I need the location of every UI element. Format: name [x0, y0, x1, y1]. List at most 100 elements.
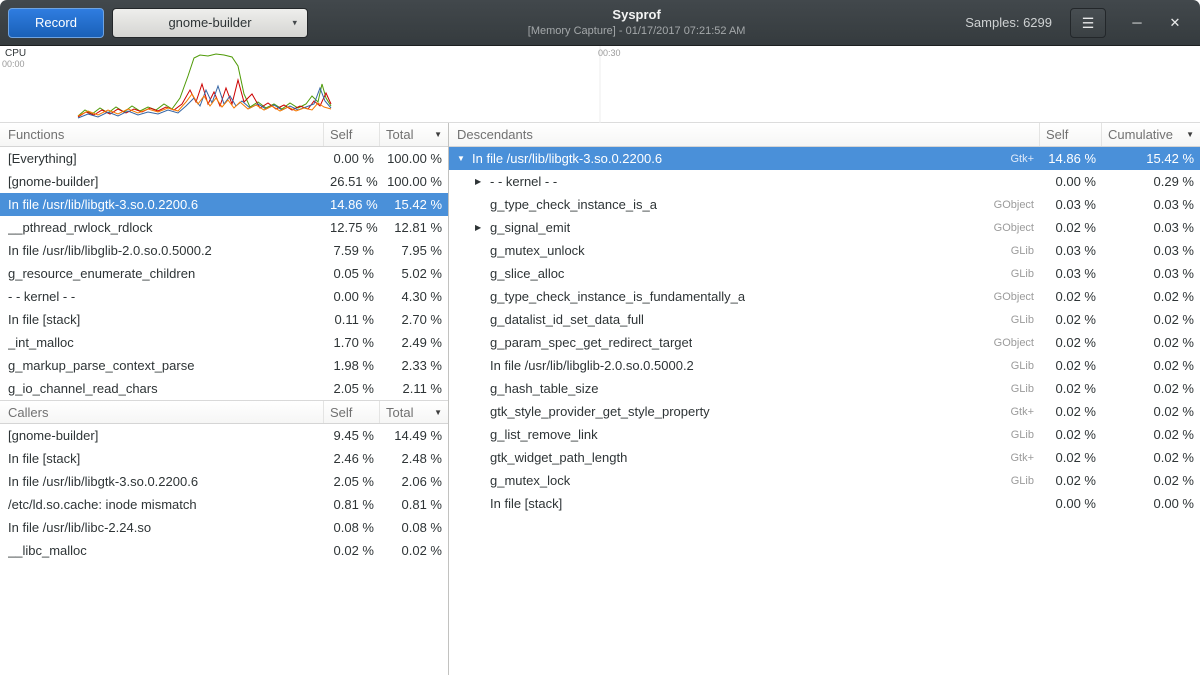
- table-row[interactable]: - - kernel - - 0.00 % 4.30 %: [0, 285, 448, 308]
- expander-icon[interactable]: [475, 223, 490, 232]
- library-badge: Gtk+: [1002, 153, 1034, 165]
- cumulative-percent: 0.02 %: [1102, 473, 1200, 488]
- self-percent: 0.00 %: [1040, 496, 1102, 511]
- table-row[interactable]: g_markup_parse_context_parse 1.98 % 2.33…: [0, 354, 448, 377]
- caller-name: /etc/ld.so.cache: inode mismatch: [8, 497, 197, 512]
- table-row[interactable]: In file [stack] 0.00 % 0.00 %: [449, 492, 1200, 515]
- library-badge: Gtk+: [1002, 452, 1034, 464]
- window-title-box: Sysprof [Memory Capture] - 01/17/2017 07…: [316, 7, 957, 38]
- hamburger-menu-button[interactable]: ☰: [1070, 8, 1106, 38]
- callers-header: Callers Self Total ▼: [0, 400, 448, 424]
- descendants-column-header[interactable]: Descendants: [449, 123, 1040, 146]
- caller-name: __libc_malloc: [8, 543, 87, 558]
- table-row[interactable]: g_type_check_instance_is_a GObject 0.03 …: [449, 193, 1200, 216]
- total-percent: 2.70 %: [380, 312, 448, 327]
- total-percent: 12.81 %: [380, 220, 448, 235]
- table-row[interactable]: _int_malloc 1.70 % 2.49 %: [0, 331, 448, 354]
- table-row[interactable]: __libc_malloc 0.02 % 0.02 %: [0, 539, 448, 562]
- table-row[interactable]: __pthread_rwlock_rdlock 12.75 % 12.81 %: [0, 216, 448, 239]
- table-row[interactable]: g_hash_table_size GLib 0.02 % 0.02 %: [449, 377, 1200, 400]
- callers-table: Callers Self Total ▼ [gnome-builder] 9.4…: [0, 400, 448, 562]
- cumulative-column-header[interactable]: Cumulative ▼: [1102, 123, 1200, 146]
- self-percent: 0.02 %: [1040, 473, 1102, 488]
- table-row[interactable]: g_type_check_instance_is_fundamentally_a…: [449, 285, 1200, 308]
- table-row[interactable]: [gnome-builder] 9.45 % 14.49 %: [0, 424, 448, 447]
- table-row[interactable]: In file [stack] 2.46 % 2.48 %: [0, 447, 448, 470]
- table-row[interactable]: g_resource_enumerate_children 0.05 % 5.0…: [0, 262, 448, 285]
- table-row[interactable]: g_slice_alloc GLib 0.03 % 0.03 %: [449, 262, 1200, 285]
- function-name: In file [stack]: [8, 312, 80, 327]
- table-row[interactable]: g_signal_emit GObject 0.02 % 0.03 %: [449, 216, 1200, 239]
- process-selector-value: gnome-builder: [168, 15, 251, 30]
- record-button[interactable]: Record: [8, 8, 104, 38]
- cumulative-percent: 0.03 %: [1102, 266, 1200, 281]
- sort-indicator-icon: ▼: [434, 408, 442, 417]
- total-percent: 100.00 %: [380, 174, 448, 189]
- descendant-name: g_hash_table_size: [490, 381, 598, 396]
- total-column-header[interactable]: Total ▼: [380, 401, 448, 423]
- table-row[interactable]: In file [stack] 0.11 % 2.70 %: [0, 308, 448, 331]
- total-percent: 2.11 %: [380, 381, 448, 396]
- library-badge: GObject: [986, 337, 1034, 349]
- table-row[interactable]: [gnome-builder] 26.51 % 100.00 %: [0, 170, 448, 193]
- cumulative-percent: 0.02 %: [1102, 450, 1200, 465]
- minimize-button[interactable]: ─: [1126, 12, 1148, 34]
- self-column-header[interactable]: Self: [324, 401, 380, 423]
- descendant-name: g_datalist_id_set_data_full: [490, 312, 644, 327]
- table-row[interactable]: In file /usr/lib/libglib-2.0.so.0.5000.2…: [0, 239, 448, 262]
- expander-icon[interactable]: [457, 154, 472, 163]
- self-percent: 0.02 %: [1040, 312, 1102, 327]
- self-column-header[interactable]: Self: [1040, 123, 1102, 146]
- descendant-name: g_slice_alloc: [490, 266, 564, 281]
- cumulative-percent: 0.02 %: [1102, 312, 1200, 327]
- total-percent: 2.48 %: [380, 451, 448, 466]
- samples-count: Samples: 6299: [965, 15, 1052, 30]
- self-percent: 0.02 %: [1040, 450, 1102, 465]
- descendant-name: gtk_style_provider_get_style_property: [490, 404, 710, 419]
- self-percent: 2.46 %: [324, 451, 380, 466]
- descendant-name: g_type_check_instance_is_a: [490, 197, 657, 212]
- callers-column-header[interactable]: Callers: [0, 401, 324, 423]
- table-row[interactable]: g_param_spec_get_redirect_target GObject…: [449, 331, 1200, 354]
- chevron-down-icon: ▾: [292, 17, 297, 28]
- table-row[interactable]: g_io_channel_read_chars 2.05 % 2.11 %: [0, 377, 448, 400]
- descendants-rows: In file /usr/lib/libgtk-3.so.0.2200.6 Gt…: [449, 147, 1200, 515]
- expander-icon[interactable]: [475, 177, 490, 186]
- cumulative-percent: 0.29 %: [1102, 174, 1200, 189]
- table-row[interactable]: - - kernel - - 0.00 % 0.29 %: [449, 170, 1200, 193]
- table-row[interactable]: g_mutex_unlock GLib 0.03 % 0.03 %: [449, 239, 1200, 262]
- self-percent: 0.00 %: [324, 289, 380, 304]
- total-percent: 0.02 %: [380, 543, 448, 558]
- table-row[interactable]: In file /usr/lib/libglib-2.0.so.0.5000.2…: [449, 354, 1200, 377]
- table-row[interactable]: [Everything] 0.00 % 100.00 %: [0, 147, 448, 170]
- self-percent: 0.02 %: [1040, 220, 1102, 235]
- callers-rows: [gnome-builder] 9.45 % 14.49 % In file […: [0, 424, 448, 562]
- table-row[interactable]: g_mutex_lock GLib 0.02 % 0.02 %: [449, 469, 1200, 492]
- table-row[interactable]: In file /usr/lib/libgtk-3.so.0.2200.6 2.…: [0, 470, 448, 493]
- table-row[interactable]: gtk_widget_path_length Gtk+ 0.02 % 0.02 …: [449, 446, 1200, 469]
- library-badge: GObject: [986, 222, 1034, 234]
- self-percent: 0.11 %: [324, 312, 380, 327]
- table-row[interactable]: gtk_style_provider_get_style_property Gt…: [449, 400, 1200, 423]
- left-pane: Functions Self Total ▼ [Everything] 0.00…: [0, 123, 449, 675]
- total-percent: 7.95 %: [380, 243, 448, 258]
- close-button[interactable]: ✕: [1164, 12, 1186, 34]
- table-row[interactable]: In file /usr/lib/libc-2.24.so 0.08 % 0.0…: [0, 516, 448, 539]
- cpu-timeline-graph[interactable]: CPU 00:00 00:30: [0, 46, 1200, 123]
- cpu-line-red: [78, 80, 331, 117]
- table-row[interactable]: g_datalist_id_set_data_full GLib 0.02 % …: [449, 308, 1200, 331]
- function-name: g_markup_parse_context_parse: [8, 358, 194, 373]
- table-row[interactable]: g_list_remove_link GLib 0.02 % 0.02 %: [449, 423, 1200, 446]
- self-column-header[interactable]: Self: [324, 123, 380, 146]
- functions-column-header[interactable]: Functions: [0, 123, 324, 146]
- function-name: In file /usr/lib/libgtk-3.so.0.2200.6: [8, 197, 198, 212]
- main-panes: Functions Self Total ▼ [Everything] 0.00…: [0, 123, 1200, 675]
- timeline-tick-mid: 00:30: [598, 48, 621, 58]
- total-column-header[interactable]: Total ▼: [380, 123, 448, 146]
- self-percent: 9.45 %: [324, 428, 380, 443]
- table-row[interactable]: In file /usr/lib/libgtk-3.so.0.2200.6 Gt…: [449, 147, 1200, 170]
- process-selector-dropdown[interactable]: gnome-builder ▾: [112, 8, 308, 38]
- table-row[interactable]: /etc/ld.so.cache: inode mismatch 0.81 % …: [0, 493, 448, 516]
- table-row[interactable]: In file /usr/lib/libgtk-3.so.0.2200.6 14…: [0, 193, 448, 216]
- descendants-header: Descendants Self Cumulative ▼: [449, 123, 1200, 147]
